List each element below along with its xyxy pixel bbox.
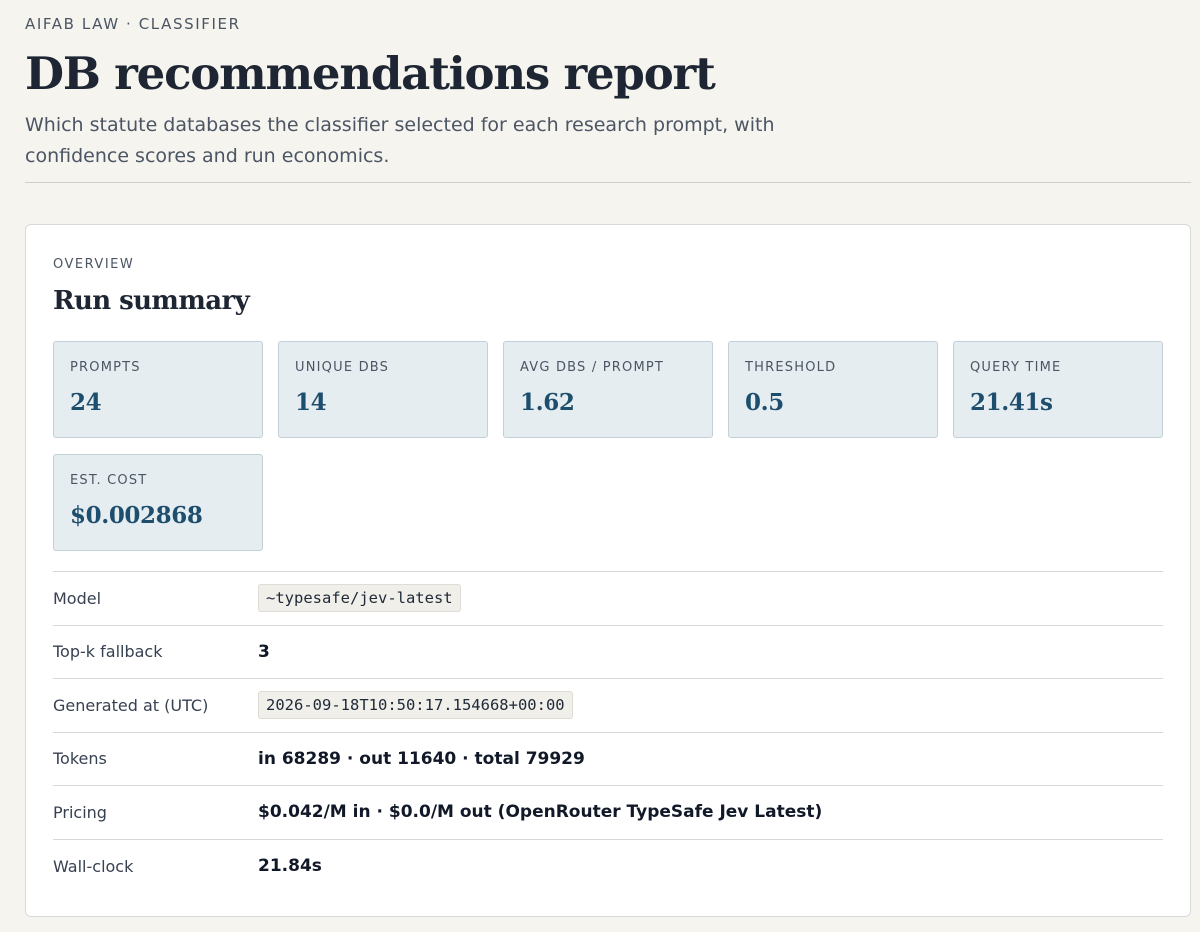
detail-value: 21.84s — [258, 856, 322, 877]
detail-value: in 68289 · out 11640 · total 79929 — [258, 748, 585, 769]
detail-label: Pricing — [53, 802, 107, 822]
detail-row-generated-at: Generated at (UTC) 2026-09-18T10:50:17.1… — [53, 679, 1163, 733]
timestamp-code: 2026-09-18T10:50:17.154668+00:00 — [258, 691, 573, 720]
model-code: ~typesafe/jev-latest — [258, 584, 461, 613]
detail-row-top-k: Top-k fallback 3 — [53, 626, 1163, 679]
run-details-table: Model ~typesafe/jev-latest Top-k fallbac… — [53, 571, 1163, 893]
detail-row-tokens: Tokens in 68289 · out 11640 · total 7992… — [53, 733, 1163, 786]
header-divider — [25, 182, 1191, 183]
stat-value: 24 — [70, 389, 102, 416]
detail-label: Tokens — [53, 749, 107, 769]
stat-value: 1.62 — [520, 389, 575, 416]
detail-row-wall-clock: Wall-clock 21.84s — [53, 840, 1163, 894]
stat-grid: PROMPTS 24 UNIQUE DBS 14 AVG DBS / PROMP… — [53, 341, 1163, 551]
stat-label: EST. COST — [70, 473, 148, 488]
page-title: DB recommendations report — [25, 47, 716, 100]
stat-value: 0.5 — [745, 389, 784, 416]
stat-label: PROMPTS — [70, 360, 141, 375]
stat-est-cost: EST. COST $0.002868 — [53, 454, 263, 551]
detail-row-model: Model ~typesafe/jev-latest — [53, 572, 1163, 626]
section-eyebrow: OVERVIEW — [53, 257, 135, 272]
stat-label: THRESHOLD — [745, 360, 837, 375]
section-title: Run summary — [53, 286, 250, 316]
stat-label: AVG DBS / PROMPT — [520, 360, 665, 375]
stat-prompts: PROMPTS 24 — [53, 341, 263, 438]
stat-label: QUERY TIME — [970, 360, 1062, 375]
report-page: AIFAB LAW · CLASSIFIER DB recommendation… — [25, 0, 1191, 917]
page-subtitle: Which statute databases the classifier s… — [25, 114, 775, 167]
detail-label: Generated at (UTC) — [53, 695, 209, 715]
breadcrumb: AIFAB LAW · CLASSIFIER — [25, 15, 241, 33]
detail-row-pricing: Pricing $0.042/M in · $0.0/M out (OpenRo… — [53, 786, 1163, 840]
detail-value: 3 — [258, 641, 270, 662]
stat-query-time: QUERY TIME 21.41s — [953, 341, 1163, 438]
run-summary-card: OVERVIEW Run summary PROMPTS 24 UNIQUE D… — [25, 224, 1191, 917]
stat-label: UNIQUE DBS — [295, 360, 390, 375]
detail-label: Model — [53, 588, 102, 608]
stat-value: $0.002868 — [70, 502, 203, 529]
detail-label: Top-k fallback — [53, 642, 163, 662]
detail-label: Wall-clock — [53, 856, 134, 876]
stat-avg-dbs-per-prompt: AVG DBS / PROMPT 1.62 — [503, 341, 713, 438]
stat-value: 21.41s — [970, 389, 1053, 416]
stat-value: 14 — [295, 389, 327, 416]
stat-threshold: THRESHOLD 0.5 — [728, 341, 938, 438]
stat-unique-dbs: UNIQUE DBS 14 — [278, 341, 488, 438]
detail-value: $0.042/M in · $0.0/M out (OpenRouter Typ… — [258, 802, 823, 823]
